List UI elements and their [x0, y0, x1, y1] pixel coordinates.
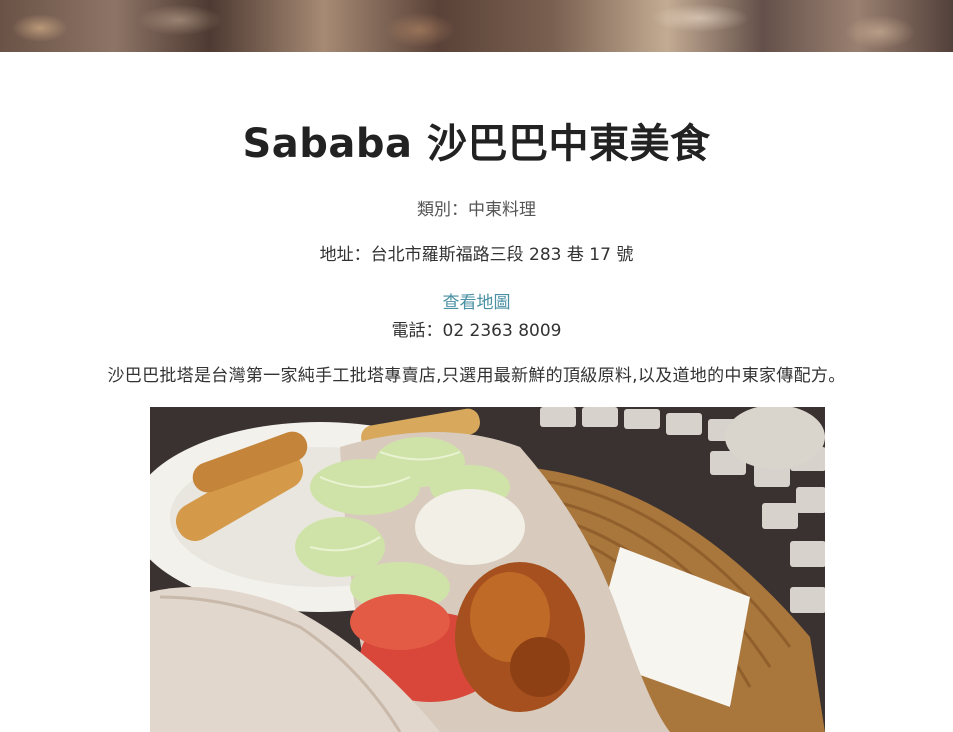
- restaurant-detail: Sababa 沙巴巴中東美食 類別：中東料理 地址：台北市羅斯福路三段 283 …: [0, 52, 953, 388]
- food-photo: [150, 407, 825, 732]
- description-text: 沙巴巴批塔是台灣第一家純手工批塔專賣店,只選用最新鮮的頂級原料,以及道地的中東家…: [107, 366, 846, 386]
- page-title: Sababa 沙巴巴中東美食: [242, 121, 711, 167]
- hero-banner-image: [0, 0, 953, 52]
- address-text: 地址：台北市羅斯福路三段 283 巷 17 號: [319, 245, 634, 265]
- phone-text: 電話：02 2363 8009: [391, 321, 562, 341]
- category-text: 類別：中東料理: [417, 200, 536, 220]
- view-map-link[interactable]: 查看地圖: [443, 291, 511, 315]
